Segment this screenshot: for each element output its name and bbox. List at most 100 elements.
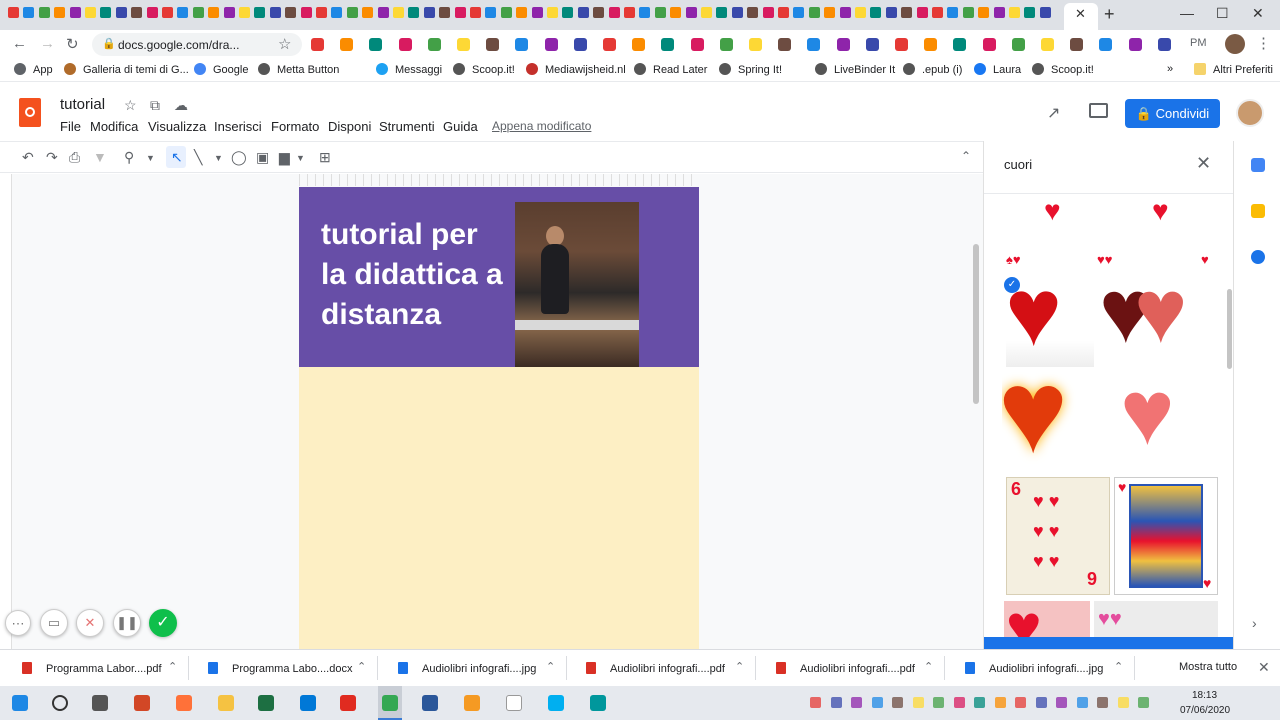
extension-icon[interactable] (573, 38, 587, 51)
powerpoint-icon[interactable] (134, 695, 150, 711)
tab-favicon-icon[interactable] (993, 7, 1005, 18)
firefox-icon[interactable] (176, 695, 192, 711)
menu-item[interactable]: Visualizza (148, 119, 206, 134)
system-tray-icon[interactable] (1117, 697, 1129, 708)
tab-favicon-icon[interactable] (624, 7, 635, 18)
tab-favicon-icon[interactable] (608, 7, 620, 18)
tab-favicon-icon[interactable] (454, 7, 466, 18)
clock-date[interactable]: 07/06/2020 (1180, 705, 1230, 716)
system-tray-icon[interactable] (1035, 697, 1047, 708)
tab-favicon-icon[interactable] (654, 7, 666, 18)
menu-item[interactable]: Inserisci (214, 119, 262, 134)
search-result-image[interactable]: ♠♥ ♥♥ ♥ (1004, 251, 1214, 275)
star-icon[interactable]: ☆ (124, 97, 137, 114)
title-banner[interactable]: tutorial per la didattica a distanza (299, 187, 699, 367)
system-tray-icon[interactable] (1097, 697, 1108, 708)
clock-time[interactable]: 18:13 (1192, 690, 1217, 701)
system-tray-icon[interactable] (1076, 697, 1088, 708)
cortana-icon[interactable] (52, 695, 68, 711)
tab-favicon-icon[interactable] (115, 7, 127, 18)
extension-icon[interactable] (515, 38, 529, 51)
download-options-icon[interactable]: ⌃ (357, 660, 366, 673)
canvas-scrollbar[interactable] (973, 244, 979, 404)
tab-favicon-icon[interactable] (470, 7, 481, 18)
reload-icon[interactable]: ↻ (66, 35, 79, 53)
tab-favicon-icon[interactable] (1039, 7, 1051, 18)
extension-icon[interactable] (632, 38, 646, 51)
tab-favicon-icon[interactable] (670, 7, 682, 18)
tab-favicon-icon[interactable] (701, 7, 712, 18)
paint-icon[interactable] (464, 695, 480, 711)
tab-favicon-icon[interactable] (239, 7, 250, 18)
tab-favicon-icon[interactable] (516, 7, 528, 18)
system-tray-icon[interactable] (1015, 697, 1026, 708)
tab-favicon-icon[interactable] (855, 7, 866, 18)
zoom-icon[interactable]: ⚲ (124, 149, 134, 166)
bookmark-item[interactable]: LiveBinder It (815, 63, 895, 76)
search-result-image[interactable]: ♥ (1006, 279, 1094, 367)
system-tray-icon[interactable] (974, 697, 985, 708)
extension-icon[interactable] (1128, 38, 1142, 51)
edge-icon[interactable] (300, 695, 316, 711)
download-item[interactable]: Audiolibri infografi....jpg (398, 662, 536, 675)
bookmark-item[interactable]: Metta Button (258, 63, 339, 76)
tab-favicon-icon[interactable] (885, 7, 897, 18)
menu-item[interactable]: File (60, 119, 81, 134)
extension-icon[interactable] (1041, 38, 1054, 51)
download-options-icon[interactable]: ⌃ (1114, 660, 1123, 673)
skype-icon[interactable] (548, 695, 564, 711)
line-tool-icon[interactable]: ╲ (194, 149, 202, 166)
tab-favicon-icon[interactable] (208, 7, 220, 18)
extension-icon[interactable] (865, 38, 879, 51)
bookmark-item[interactable]: App (14, 63, 53, 76)
close-downloads-icon[interactable]: ✕ (1258, 659, 1270, 676)
drawing-canvas[interactable]: tutorial per la didattica a distanza (0, 174, 983, 649)
tab-favicon-icon[interactable] (793, 7, 805, 18)
search-query-text[interactable]: cuori (1004, 157, 1032, 172)
tab-favicon-icon[interactable] (901, 7, 913, 18)
extension-icon[interactable] (953, 38, 967, 51)
back-arrow-icon[interactable]: ← (12, 35, 27, 52)
system-tray-icon[interactable] (810, 697, 821, 708)
extension-icon[interactable] (1157, 38, 1171, 51)
chevron-right-icon[interactable]: › (1252, 615, 1257, 631)
download-options-icon[interactable]: ⌃ (168, 660, 177, 673)
system-tray-icon[interactable] (994, 697, 1006, 708)
extension-icon[interactable] (661, 38, 675, 51)
tab-favicon-icon[interactable] (192, 7, 204, 18)
menu-item[interactable]: Guida (443, 119, 478, 134)
share-button[interactable]: 🔒 Condividi (1125, 99, 1220, 128)
extension-icon[interactable] (486, 38, 500, 51)
tab-favicon-icon[interactable] (762, 7, 774, 18)
tab-favicon-icon[interactable] (69, 7, 81, 18)
maximize-icon[interactable]: ☐ (1216, 5, 1229, 22)
extension-icon[interactable] (1099, 38, 1113, 51)
tab-favicon-icon[interactable] (8, 7, 19, 18)
bookmark-item[interactable]: Laura (974, 63, 1021, 76)
new-tab-button[interactable]: + (1104, 4, 1115, 25)
tab-favicon-icon[interactable] (1024, 7, 1036, 18)
tab-favicon-icon[interactable] (932, 7, 943, 18)
tab-favicon-icon[interactable] (562, 7, 574, 18)
file-explorer-icon[interactable] (218, 695, 234, 711)
tab-close-icon[interactable]: ✕ (1075, 6, 1086, 22)
bookmark-item[interactable]: Scoop.it! (453, 63, 515, 76)
system-tray-icon[interactable] (892, 697, 903, 708)
drawings-logo-icon[interactable] (19, 98, 41, 127)
shape-tool-icon[interactable]: ◯ (231, 149, 247, 166)
bookmark-item[interactable]: Spring It! (719, 63, 782, 76)
calendar-icon[interactable] (1251, 158, 1265, 172)
extension-icon[interactable] (924, 38, 938, 51)
system-tray-icon[interactable] (871, 697, 883, 708)
insert-bar[interactable] (984, 637, 1234, 649)
tab-favicon-icon[interactable] (731, 7, 743, 18)
windows-start-icon[interactable] (12, 695, 28, 711)
recorder-confirm-icon[interactable]: ✓ (149, 609, 177, 637)
tab-favicon-icon[interactable] (362, 7, 374, 18)
tab-favicon-icon[interactable] (100, 7, 112, 18)
menu-item[interactable]: Disponi (328, 119, 371, 134)
arduino-icon[interactable] (590, 695, 606, 711)
extension-icon[interactable] (340, 38, 354, 51)
extension-icon[interactable] (427, 38, 441, 51)
activity-trend-icon[interactable]: ↗ (1047, 103, 1060, 123)
